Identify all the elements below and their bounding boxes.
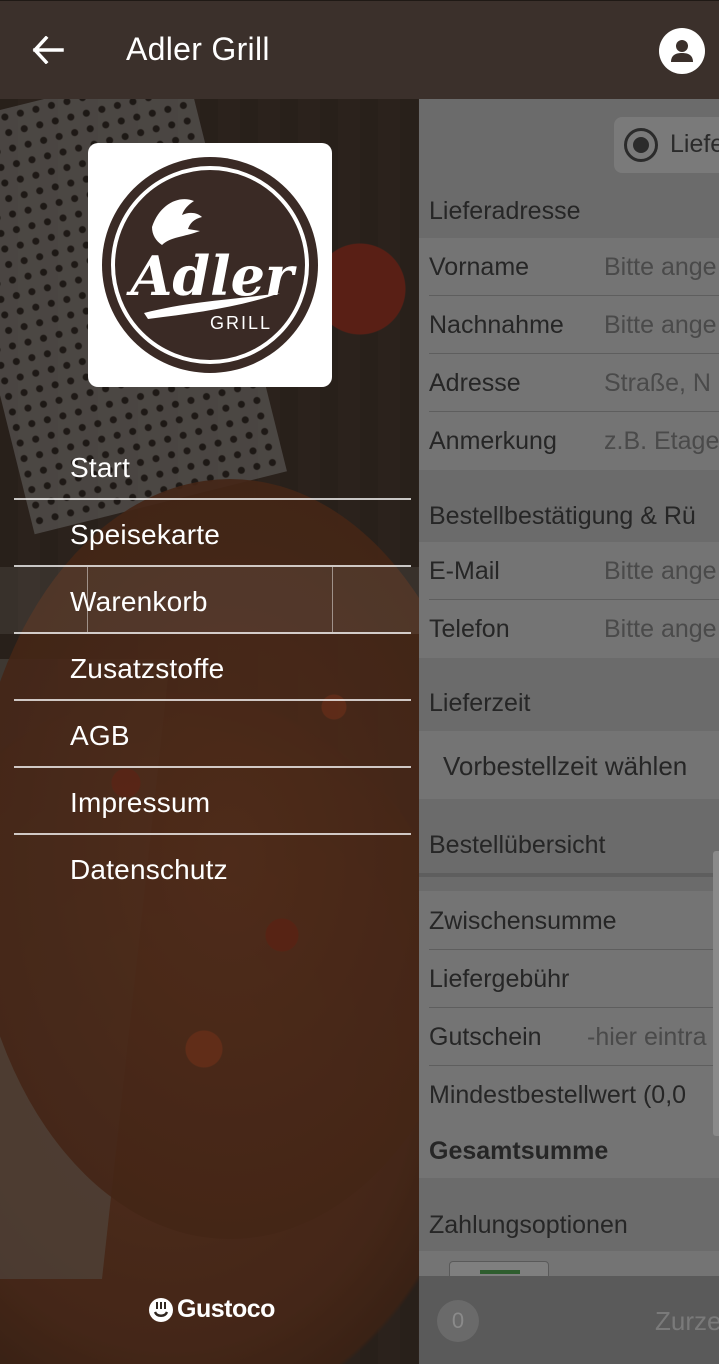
brand-label: Gustoco: [177, 1295, 275, 1323]
navigation-drawer: Adler GRILL Start Speisekarte Warenkorb …: [0, 99, 419, 1364]
menu-item-label: AGB: [70, 720, 130, 751]
delivery-option-radio[interactable]: Liefe: [614, 117, 719, 173]
menu-item-impressum[interactable]: Impressum: [0, 768, 419, 835]
cart-count-badge: 0: [437, 1300, 479, 1342]
menu-item-label: Start: [70, 452, 131, 483]
confirmation-section-heading: Bestellbestätigung & Rü: [429, 502, 696, 530]
menu-item-start[interactable]: Start: [0, 433, 419, 500]
field-label: Vorname: [429, 253, 530, 281]
overview-heading: Bestellübersicht: [429, 831, 606, 859]
voucher-input[interactable]: -hier eintra: [587, 1023, 707, 1052]
menu-item-label: Warenkorb: [70, 586, 208, 617]
address-field[interactable]: Adresse Straße, N: [419, 354, 719, 412]
subtotal-row: Zwischensumme: [419, 892, 719, 950]
email-field[interactable]: E-Mail Bitte ange: [419, 542, 719, 600]
phone-field[interactable]: Telefon Bitte ange: [419, 600, 719, 658]
subtotal-label: Zwischensumme: [429, 907, 617, 935]
arrow-left-icon: [32, 36, 64, 64]
logo-subword: GRILL: [210, 313, 272, 333]
scroll-indicator[interactable]: [713, 851, 719, 1136]
payment-heading: Zahlungsoptionen: [429, 1211, 628, 1239]
app-title: Adler Grill: [126, 31, 270, 67]
checkout-content: Liefe Lieferadresse Vorname Bitte ange N…: [419, 99, 719, 1364]
last-name-input[interactable]: Bitte ange: [604, 311, 717, 340]
address-input[interactable]: Straße, N: [604, 369, 711, 398]
field-label: Telefon: [429, 615, 510, 643]
menu-item-warenkorb[interactable]: Warenkorb: [0, 567, 419, 634]
field-label: Adresse: [429, 369, 521, 397]
delivery-option-label: Liefe: [670, 130, 719, 158]
delivery-fee-label: Liefergebühr: [429, 965, 570, 993]
field-label: Nachnahme: [429, 311, 564, 339]
total-label: Gesamtsumme: [429, 1137, 609, 1165]
first-name-input[interactable]: Bitte ange: [604, 253, 717, 282]
delivery-time-heading: Lieferzeit: [429, 689, 531, 717]
back-button[interactable]: [22, 29, 74, 71]
logo-wordmark: Adler: [126, 244, 298, 308]
user-circle-icon: [671, 40, 693, 62]
menu-item-label: Zusatzstoffe: [70, 653, 225, 684]
note-input[interactable]: z.B. Etage: [604, 427, 719, 456]
min-order-label: Mindestbestellwert (0,0: [429, 1081, 687, 1109]
back-to-menu-button[interactable]: Zurze: [655, 1306, 719, 1337]
field-label: Anmerkung: [429, 427, 557, 455]
app-bar: Adler Grill: [0, 0, 719, 99]
radio-selected-icon: [624, 128, 658, 162]
drawer-menu: Start Speisekarte Warenkorb Zusatzstoffe…: [0, 433, 419, 902]
min-order-row: Mindestbestellwert (0,0: [419, 1066, 719, 1124]
restaurant-logo: Adler GRILL: [88, 143, 332, 387]
phone-input[interactable]: Bitte ange: [604, 615, 717, 644]
menu-item-label: Speisekarte: [70, 519, 221, 550]
menu-item-label: Impressum: [70, 787, 211, 818]
voucher-row[interactable]: Gutschein -hier eintra: [419, 1008, 719, 1066]
menu-item-datenschutz[interactable]: Datenschutz: [0, 835, 419, 902]
profile-button[interactable]: [659, 28, 705, 74]
overview-divider: [419, 873, 719, 877]
menu-item-agb[interactable]: AGB: [0, 701, 419, 768]
first-name-field[interactable]: Vorname Bitte ange: [419, 238, 719, 296]
total-row: Gesamtsumme: [419, 1122, 719, 1180]
gustoco-brand: Gustoco: [148, 1295, 275, 1324]
menu-item-speisekarte[interactable]: Speisekarte: [0, 500, 419, 567]
note-field[interactable]: Anmerkung z.B. Etage: [419, 412, 719, 470]
last-name-field[interactable]: Nachnahme Bitte ange: [419, 296, 719, 354]
preorder-time-button[interactable]: Vorbestellzeit wählen: [429, 739, 719, 793]
gustoco-logo-icon: [149, 1297, 173, 1322]
checkout-bottom-bar: 0 Zurze: [419, 1276, 719, 1364]
adler-grill-logo-icon: Adler GRILL: [102, 157, 318, 373]
voucher-label: Gutschein: [429, 1023, 542, 1051]
menu-item-zusatzstoffe[interactable]: Zusatzstoffe: [0, 634, 419, 701]
field-label: E-Mail: [429, 557, 500, 585]
preorder-time-label: Vorbestellzeit wählen: [443, 751, 688, 781]
delivery-fee-row: Liefergebühr: [419, 950, 719, 1008]
email-input[interactable]: Bitte ange: [604, 557, 717, 586]
menu-item-label: Datenschutz: [70, 854, 228, 885]
address-section-heading: Lieferadresse: [429, 197, 581, 225]
